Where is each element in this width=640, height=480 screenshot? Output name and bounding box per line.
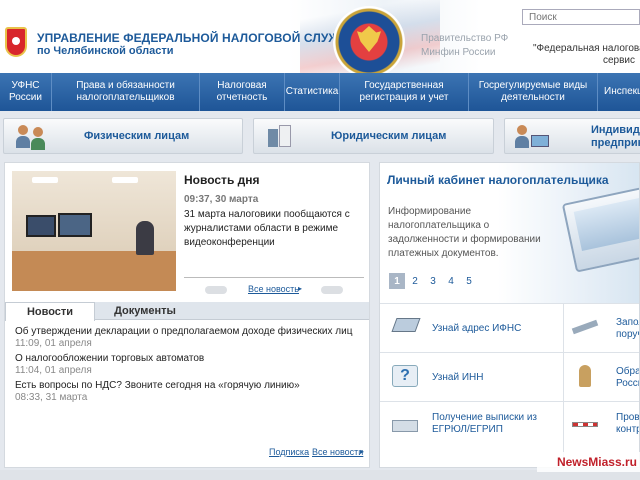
service-label: Запол поруч bbox=[616, 317, 640, 340]
tab-documents[interactable]: Документы bbox=[95, 302, 195, 320]
person-figure bbox=[136, 221, 154, 255]
chevron-right-icon: ▸ bbox=[360, 447, 365, 456]
news-day-photo[interactable] bbox=[12, 171, 176, 291]
service-label: Прове контр bbox=[616, 412, 640, 435]
category-label: Юридическим лицам bbox=[331, 130, 447, 142]
news-title[interactable]: Об утверждении декларации о предполагаем… bbox=[15, 326, 352, 337]
category-bar: Физическим лицам Юридическим лицам Индив… bbox=[0, 113, 640, 157]
nav-item-inspections[interactable]: Инспекц bbox=[598, 73, 640, 111]
service-fill-payment[interactable]: Запол поруч bbox=[564, 303, 640, 352]
search-input[interactable] bbox=[522, 9, 640, 25]
nav-item-reporting[interactable]: Налоговая отчетность bbox=[200, 73, 285, 111]
org-title[interactable]: УПРАВЛЕНИЕ ФЕДЕРАЛЬНОЙ НАЛОГОВОЙ СЛУЖБЫ bbox=[37, 31, 360, 45]
news-day-time: 09:37, 30 марта bbox=[184, 194, 259, 205]
nav-item-statistics[interactable]: Статистика bbox=[285, 73, 340, 111]
next-arrow-icon[interactable] bbox=[321, 286, 343, 294]
chelyabinsk-crest-icon[interactable] bbox=[5, 27, 27, 57]
category-label: Физическим лицам bbox=[84, 130, 190, 142]
category-entrepreneurs-button[interactable]: Индивид предприн bbox=[504, 118, 640, 154]
page-5[interactable]: 5 bbox=[461, 273, 477, 289]
slogan-quote: "Федеральная налоговая сервис bbox=[533, 43, 640, 67]
laptop-icon bbox=[390, 314, 421, 340]
news-day-text[interactable]: 31 марта налоговики пообщаются с журнали… bbox=[184, 208, 360, 250]
news-day-title: Новость дня bbox=[184, 173, 260, 187]
cabinet-text: Информирование налогоплательщика о задол… bbox=[388, 206, 541, 259]
prev-arrow-icon[interactable] bbox=[205, 286, 227, 294]
nav-item-regulated[interactable]: Госрегулируемые виды деятельности bbox=[469, 73, 598, 111]
slogan-line-2: сервис bbox=[603, 55, 636, 66]
barrier-icon bbox=[570, 412, 600, 438]
monitor-icon bbox=[26, 215, 56, 237]
page-1[interactable]: 1 bbox=[389, 273, 405, 289]
news-tabs: Новости Документы bbox=[5, 302, 369, 321]
all-news-footer-link[interactable]: Все новости bbox=[312, 447, 363, 457]
tab-news[interactable]: Новости bbox=[5, 302, 95, 321]
cabinet-panel: Личный кабинет налогоплательщика Информи… bbox=[379, 162, 640, 468]
laptop-icon bbox=[561, 183, 639, 273]
news-time: 08:33, 31 марта bbox=[15, 392, 88, 403]
service-label: Узнай адрес ИФНС bbox=[432, 323, 522, 334]
watermark: NewsMiass.ru bbox=[537, 452, 640, 472]
service-check-counterparty[interactable]: Прове контр bbox=[564, 401, 640, 450]
service-appeals[interactable]: Обращ Росси bbox=[564, 352, 639, 401]
documents-icon bbox=[264, 125, 296, 149]
category-individuals-button[interactable]: Физическим лицам bbox=[3, 118, 243, 154]
page-3[interactable]: 3 bbox=[425, 273, 441, 289]
news-title[interactable]: Есть вопросы по НДС? Звоните сегодня на … bbox=[15, 380, 300, 391]
slogan-line-1: "Федеральная налоговая bbox=[533, 43, 640, 54]
list-item[interactable]: О налогообложении торговых автоматов 11:… bbox=[15, 353, 204, 377]
question-icon: ? bbox=[390, 363, 420, 389]
divider bbox=[184, 277, 364, 278]
site-header: УПРАВЛЕНИЕ ФЕДЕРАЛЬНОЙ НАЛОГОВОЙ СЛУЖБЫ … bbox=[0, 0, 640, 78]
page-4[interactable]: 4 bbox=[443, 273, 459, 289]
entrepreneur-icon bbox=[515, 125, 551, 149]
ruler-icon bbox=[570, 314, 600, 340]
pagination: 1 2 3 4 5 bbox=[389, 273, 477, 289]
category-legal-entities-button[interactable]: Юридическим лицам bbox=[253, 118, 494, 154]
page-2[interactable]: 2 bbox=[407, 273, 423, 289]
nav-item-ufns[interactable]: УФНС России bbox=[0, 73, 52, 111]
org-subtitle[interactable]: по Челябинской области bbox=[37, 45, 174, 57]
link-government[interactable]: Правительство РФ bbox=[421, 33, 508, 44]
cabinet-banner[interactable]: Личный кабинет налогоплательщика Информи… bbox=[380, 163, 639, 303]
monitor-icon bbox=[58, 213, 92, 237]
news-panel: Новость дня 09:37, 30 марта 31 марта нал… bbox=[4, 162, 370, 468]
chevron-right-icon: ▸ bbox=[298, 284, 303, 293]
service-find-inn[interactable]: ? Узнай ИНН bbox=[380, 352, 563, 401]
nav-item-rights[interactable]: Права и обязанности налогоплательщиков bbox=[52, 73, 200, 111]
news-time: 11:09, 01 апреля bbox=[15, 338, 92, 349]
service-label: Обращ Росси bbox=[616, 366, 639, 389]
fns-emblem-icon bbox=[333, 6, 405, 78]
news-title[interactable]: О налогообложении торговых автоматов bbox=[15, 353, 204, 364]
service-label: Получение выписки из ЕГРЮЛ/ЕГРИП bbox=[432, 412, 537, 435]
list-item[interactable]: Есть вопросы по НДС? Звоните сегодня на … bbox=[15, 380, 300, 404]
list-item[interactable]: Об утверждении декларации о предполагаем… bbox=[15, 326, 352, 350]
chess-piece-icon bbox=[570, 363, 600, 389]
cabinet-title[interactable]: Личный кабинет налогоплательщика bbox=[387, 173, 609, 187]
link-minfin[interactable]: Минфин России bbox=[421, 47, 496, 58]
main-nav: УФНС России Права и обязанности налогопл… bbox=[0, 73, 640, 111]
subscribe-link[interactable]: Подписка bbox=[269, 447, 309, 457]
news-time: 11:04, 01 апреля bbox=[15, 365, 92, 376]
service-find-ifns[interactable]: Узнай адрес ИФНС bbox=[380, 303, 563, 352]
service-label: Узнай ИНН bbox=[432, 372, 484, 383]
all-news-link[interactable]: Все новость bbox=[248, 284, 299, 294]
service-egrul-extract[interactable]: Получение выписки из ЕГРЮЛ/ЕГРИП bbox=[380, 401, 563, 450]
scanner-icon bbox=[390, 412, 420, 438]
nav-item-registration[interactable]: Государственная регистрация и учет bbox=[340, 73, 469, 111]
people-icon bbox=[14, 125, 50, 150]
category-label: Индивид предприн bbox=[591, 124, 640, 149]
